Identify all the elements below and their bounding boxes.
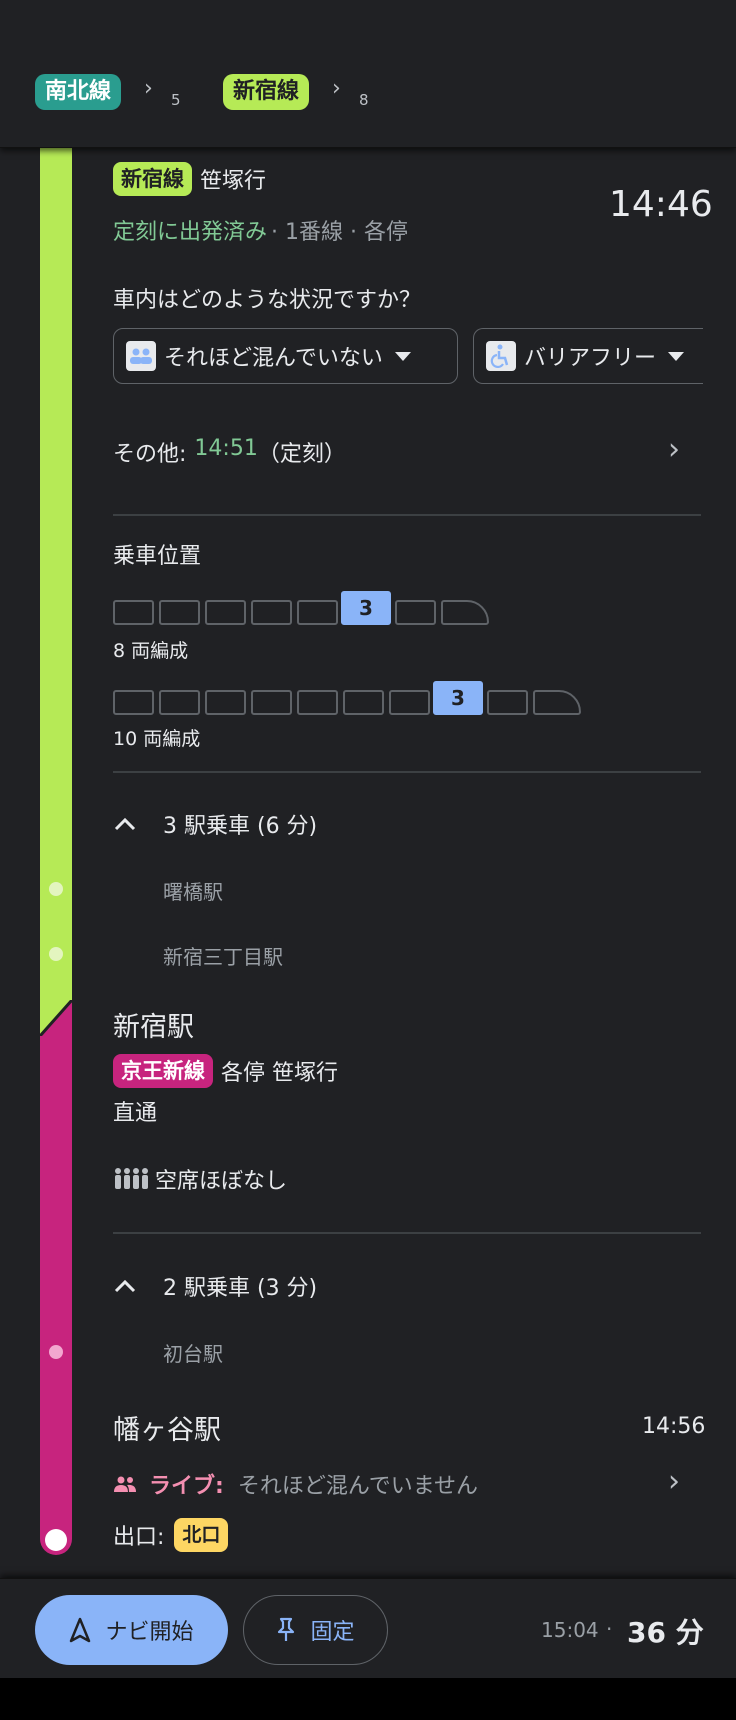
crowd-chip[interactable]: それほど混んでいない [113, 328, 458, 384]
pin-button[interactable]: 固定 [243, 1595, 388, 1665]
people-icon [114, 1476, 136, 1492]
live-text: それほど混んでいません [237, 1474, 479, 1499]
crowd-chip-label: それほど混んでいない [164, 346, 383, 371]
intermediate-stop: 初台駅 [163, 1342, 223, 1366]
other-time: 14:51 [194, 436, 258, 461]
trip-duration: 36 分 [627, 1616, 704, 1649]
line-badge-nanboku[interactable]: 南北線 [35, 74, 122, 110]
chevron-down-icon [394, 351, 411, 361]
boarding-car-highlight: 3 [433, 681, 483, 715]
accessibility-chip[interactable]: バリアフリー [473, 328, 736, 384]
navigation-icon [70, 1617, 91, 1643]
stops-toggle-2[interactable]: 2 駅乗車 (3 分) [113, 1270, 317, 1302]
formation-8-label: 8 両編成 [113, 640, 189, 662]
exit-row: 出口: 北口 [113, 1518, 229, 1552]
platform-details: · 1番線 · 各停 [271, 220, 408, 245]
divider [113, 514, 701, 516]
segment-line-row: 新宿線 笹塚行 [113, 162, 266, 196]
status-row: 定刻に出発済み · 1番線 · 各停 [113, 214, 408, 246]
stop-dot [49, 947, 63, 961]
station-count: 5 [171, 91, 181, 109]
line-badge-shinjuku[interactable]: 新宿線 [223, 74, 310, 110]
line-badge: 京王新線 [113, 1054, 213, 1088]
separator: · [606, 1617, 613, 1641]
chevron-right-icon[interactable]: › [668, 1464, 680, 1499]
people-icon [115, 1168, 148, 1189]
arrival-clock: 15:04 [541, 1618, 599, 1642]
line-badge: 新宿線 [113, 162, 192, 196]
stops-summary: 3 駅乗車 (6 分) [163, 814, 318, 839]
departure-time: 14:46 [609, 184, 713, 225]
destination-dot [45, 1529, 67, 1551]
chevron-up-icon [114, 1279, 136, 1293]
wheelchair-icon [486, 341, 516, 371]
crowd-question: 車内はどのような状況ですか？ [113, 288, 422, 313]
chevron-down-icon [668, 351, 685, 361]
system-bar [0, 1678, 736, 1720]
accessibility-chip-label: バリアフリー [524, 346, 657, 371]
boarding-title: 乗車位置 [113, 544, 202, 569]
intermediate-stop: 曙橋駅 [163, 880, 223, 904]
chevron-right-icon: › [332, 76, 341, 101]
crowd-icon [126, 341, 156, 371]
crowd-status: 空席ほぼなし [113, 1163, 287, 1195]
exit-badge: 北口 [174, 1518, 229, 1552]
live-crowd-row[interactable]: ライブ: それほど混んでいません [113, 1468, 478, 1500]
other-label: その他: [113, 442, 187, 467]
chevron-up-icon [114, 817, 136, 831]
transfer-service: 各停 笹塚行 [221, 1061, 338, 1086]
other-departures[interactable]: その他: 14:51 （定刻） [113, 436, 346, 468]
formation-10-label: 10 両編成 [113, 728, 201, 750]
transfer-station: 新宿駅 [113, 1012, 194, 1043]
transfer-line-row: 京王新線 各停 笹塚行 [113, 1054, 338, 1088]
stops-toggle-1[interactable]: 3 駅乗車 (6 分) [113, 808, 317, 840]
pin-icon [278, 1617, 295, 1641]
arrival-time: 14:56 [642, 1414, 706, 1439]
start-navigation-label: ナビ開始 [105, 1620, 194, 1645]
pin-label: 固定 [310, 1620, 355, 1645]
line-transition [40, 1000, 72, 1036]
crowd-text: 空席ほぼなし [155, 1169, 288, 1194]
intermediate-stop: 新宿三丁目駅 [163, 945, 283, 969]
bottom-bar: ナビ開始 固定 15:04 · 36 分 [0, 1578, 736, 1678]
status-text: 定刻に出発済み [113, 220, 268, 245]
stops-summary: 2 駅乗車 (3 分) [163, 1276, 318, 1301]
stop-dot [49, 882, 63, 896]
station-count: 8 [359, 91, 369, 109]
start-navigation-button[interactable]: ナビ開始 [35, 1595, 228, 1665]
boarding-car-highlight: 3 [341, 591, 391, 625]
route-header: 南北線 › 5 新宿線 › 8 [0, 0, 736, 148]
exit-label: 出口: [113, 1525, 165, 1550]
divider [113, 771, 701, 773]
divider [113, 1232, 701, 1234]
arrival-station: 幡ヶ谷駅 [113, 1415, 221, 1446]
other-note: （定刻） [257, 442, 346, 467]
route-line-shinjuku [40, 148, 72, 1028]
destination: 笹塚行 [200, 169, 267, 194]
route-line-keio [40, 1000, 72, 1555]
live-label: ライブ: [149, 1474, 224, 1499]
chevron-right-icon[interactable]: › [668, 432, 680, 467]
chevron-right-icon: › [144, 76, 153, 101]
stop-dot [49, 1345, 63, 1359]
through-service: 直通 [113, 1101, 158, 1126]
